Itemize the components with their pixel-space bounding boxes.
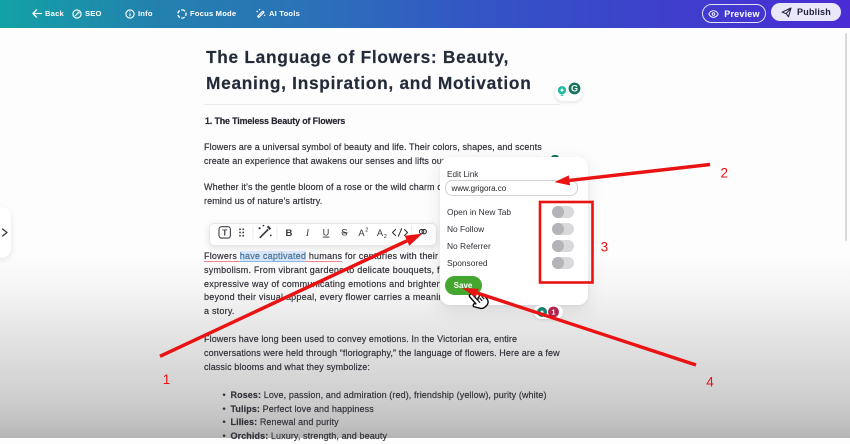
svg-text:2: 2 (720, 165, 728, 180)
svg-text:1: 1 (163, 372, 171, 387)
svg-text:4: 4 (706, 374, 714, 389)
svg-text:3: 3 (601, 239, 609, 254)
